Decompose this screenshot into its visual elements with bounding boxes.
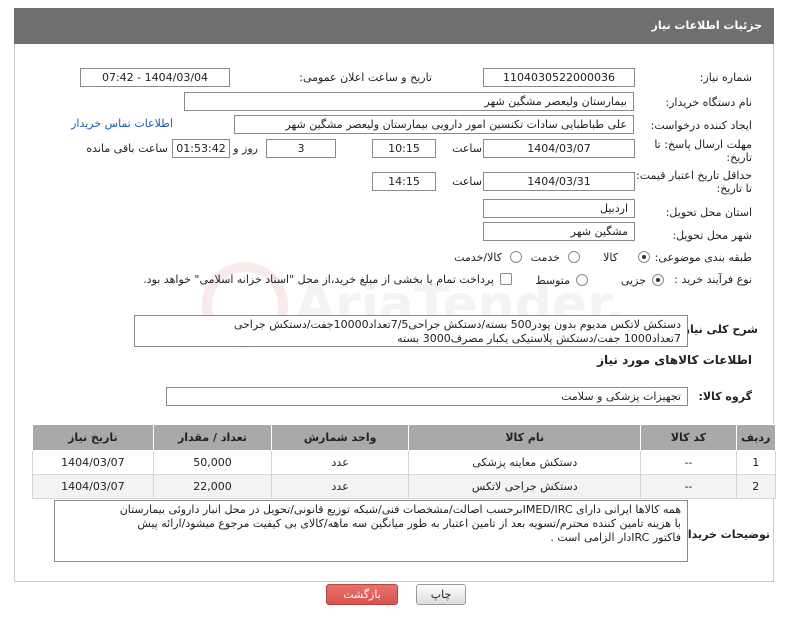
description-line-1: دستکش لاتکس مدیوم بدون پودر500 بسته/دستک… — [233, 318, 681, 331]
buyer-notes-line-3: فاکتور IRCدار الزامی است . — [550, 531, 681, 544]
cell-date: 1404/03/07 — [32, 474, 154, 499]
requester-field: علی طباطبایی سادات تکنسین امور دارویی بی… — [234, 115, 634, 134]
price-validity-label-2: تا تاریخ: — [716, 182, 752, 195]
price-time-label: ساعت — [452, 175, 482, 188]
goods-table: ردیف کد کالا نام کالا واحد شمارش تعداد /… — [32, 424, 777, 499]
table-row: 1 -- دستکش معاینه پزشکی عدد 50,000 1404/… — [32, 450, 777, 475]
treasury-payment-checkbox[interactable] — [500, 273, 512, 285]
cell-quantity: 22,000 — [152, 474, 273, 499]
category-option-service: خدمت — [530, 251, 560, 264]
category-label: طبقه بندی موضوعی: — [654, 251, 752, 264]
cell-unit: عدد — [271, 474, 410, 499]
reply-deadline-label: مهلت ارسال پاسخ: تا — [654, 138, 752, 151]
price-date-field: 1404/03/31 — [483, 172, 635, 191]
category-radio-goods[interactable] — [638, 251, 650, 263]
need-number-field: 1104030522000036 — [483, 68, 635, 87]
goods-group-label: گروه کالا: — [698, 390, 752, 403]
print-button[interactable]: چاپ — [416, 584, 466, 605]
goods-section-title: اطلاعات کالاهای مورد نیاز — [597, 353, 752, 367]
reply-deadline-label-2: تاریخ: — [726, 151, 752, 164]
category-radio-goods-service[interactable] — [510, 251, 522, 263]
reply-date-field: 1404/03/07 — [483, 139, 635, 158]
buyer-contact-link[interactable]: اطلاعات تماس خریدار — [71, 117, 173, 130]
col-unit: واحد شمارش — [271, 424, 410, 451]
page-title: جزئیات اطلاعات نیاز — [14, 8, 774, 44]
process-radio-minor[interactable] — [652, 274, 664, 286]
cell-name: دستکش معاینه پزشکی — [408, 450, 642, 475]
goods-group-field: تجهیزات پزشکی و سلامت — [166, 387, 688, 406]
buyer-notes-field: همه کالاها ایرانی دارای IMED/IRCبرحسب اص… — [54, 500, 688, 562]
cell-code: -- — [640, 450, 737, 475]
buyer-org-field: بیمارستان ولیعصر مشگین شهر — [184, 92, 634, 111]
col-quantity: تعداد / مقدار — [152, 424, 273, 451]
days-field: 3 — [266, 139, 336, 158]
cell-row: 2 — [735, 474, 777, 499]
buyer-notes-line-1: همه کالاها ایرانی دارای IMED/IRCبرحسب اص… — [119, 503, 681, 516]
remaining-field: 01:53:42 — [172, 139, 230, 158]
cell-date: 1404/03/07 — [32, 450, 154, 475]
category-option-goods-service: کالا/خدمت — [454, 251, 502, 264]
cell-unit: عدد — [271, 450, 410, 475]
buyer-notes-label: توضیحات خریدار: — [677, 528, 770, 541]
col-date: تاریخ نیاز — [32, 424, 154, 451]
days-label: روز و — [233, 142, 258, 155]
col-name: نام کالا — [408, 424, 642, 451]
remaining-label: ساعت باقی مانده — [86, 142, 168, 155]
process-label: نوع فرآیند خرید : — [674, 273, 752, 286]
description-field: دستکش لاتکس مدیوم بدون پودر500 بسته/دستک… — [134, 315, 688, 347]
province-label: استان محل تحویل: — [665, 206, 752, 219]
reply-time-field: 10:15 — [372, 139, 436, 158]
announce-field: 1404/03/04 - 07:42 — [80, 68, 230, 87]
process-radio-medium[interactable] — [576, 274, 588, 286]
cell-name: دستکش جراحی لاتکس — [408, 474, 642, 499]
price-time-field: 14:15 — [372, 172, 436, 191]
col-row: ردیف — [735, 424, 777, 451]
buyer-notes-line-2: با هزینه تامین کننده محترم/تسویه بعد از … — [137, 517, 681, 530]
col-code: کد کالا — [640, 424, 737, 451]
buyer-org-label: نام دستگاه خریدار: — [665, 96, 752, 109]
process-option-minor: جزیی — [620, 274, 646, 287]
city-label: شهر محل تحویل: — [672, 229, 752, 242]
announce-label: تاریخ و ساعت اعلان عمومی: — [299, 71, 432, 84]
description-line-2: 7تعداد1000 جفت/دستکش پلاستیکی یکبار مصرف… — [397, 332, 681, 345]
requester-label: ایجاد کننده درخواست: — [650, 119, 752, 132]
reply-time-label: ساعت — [452, 142, 482, 155]
province-field: اردبیل — [483, 199, 635, 218]
back-button[interactable]: بازگشت — [326, 584, 398, 605]
city-field: مشگین شهر — [483, 222, 635, 241]
cell-quantity: 50,000 — [152, 450, 273, 475]
treasury-payment-note: پرداخت تمام یا بخشی از مبلغ خرید،از محل … — [143, 273, 494, 286]
table-row: 2 -- دستکش جراحی لاتکس عدد 22,000 1404/0… — [32, 474, 777, 499]
need-number-label: شماره نیاز: — [699, 71, 752, 84]
category-option-goods: کالا — [603, 251, 618, 264]
process-option-medium: متوسط — [535, 274, 570, 287]
category-radio-service[interactable] — [568, 251, 580, 263]
description-label: شرح کلی نیاز: — [679, 323, 758, 336]
cell-row: 1 — [735, 450, 777, 475]
cell-code: -- — [640, 474, 737, 499]
price-validity-label: حداقل تاریخ اعتبار قیمت: — [636, 169, 752, 182]
